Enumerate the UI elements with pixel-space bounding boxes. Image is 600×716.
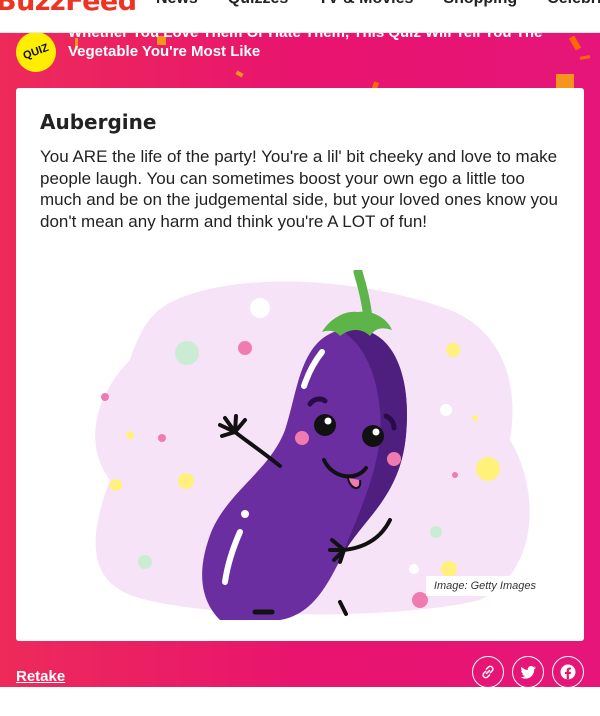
nav-link-quizzes[interactable]: Quizzes (228, 0, 288, 8)
retake-button[interactable]: Retake (16, 668, 65, 685)
aubergine-illustration (95, 267, 530, 620)
result-description: You ARE the life of the party! You're a … (40, 147, 558, 231)
nav-link-celebrity[interactable]: Celebrity (547, 0, 600, 8)
image-credit: Image: Getty Images (425, 576, 544, 596)
result-card: Aubergine You ARE the life of the party!… (16, 88, 584, 641)
confetti-piece (568, 35, 582, 51)
result-image: Image: Getty Images (40, 267, 560, 620)
confetti-piece (235, 70, 244, 78)
quiz-badge: QUIZ (10, 32, 62, 78)
link-icon (482, 665, 494, 679)
nav-link-shopping[interactable]: Shopping (443, 0, 517, 8)
twitter-icon (520, 666, 536, 679)
quiz-result-section: QUIZ Whether You Love Them Or Hate Them,… (0, 32, 600, 687)
share-twitter-button[interactable] (512, 656, 544, 687)
nav-link-news[interactable]: News (156, 0, 198, 8)
nav-link-tv-movies[interactable]: TV & Movies (318, 0, 413, 8)
buzzfeed-logo[interactable]: BuzzFeed (0, 0, 137, 17)
nav-links: News Quizzes TV & Movies Shopping Celebr… (156, 0, 600, 8)
facebook-icon (560, 664, 576, 680)
result-title: Aubergine (40, 110, 157, 134)
copy-link-button[interactable] (472, 656, 504, 687)
confetti-piece (579, 55, 591, 60)
quiz-title[interactable]: Whether You Love Them Or Hate Them, This… (68, 32, 568, 61)
top-navigation: BuzzFeed News Quizzes TV & Movies Shoppi… (0, 0, 600, 33)
share-facebook-button[interactable] (552, 656, 584, 687)
